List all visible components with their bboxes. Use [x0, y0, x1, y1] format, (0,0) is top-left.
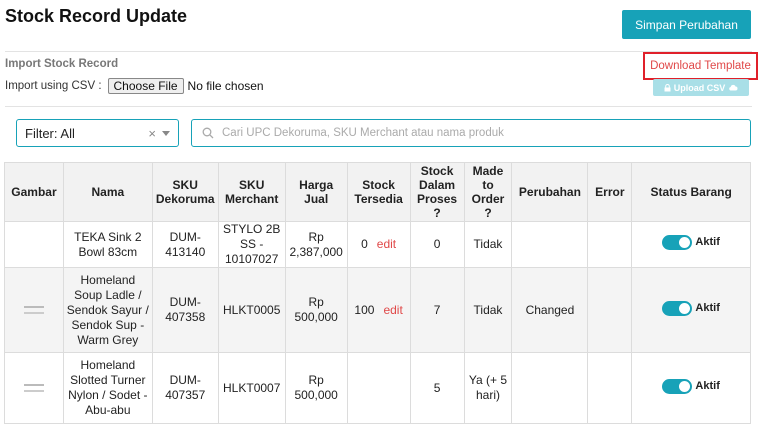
error — [587, 352, 633, 424]
stock-dalam-proses: 5 — [409, 352, 465, 424]
perubahan: Changed — [511, 267, 589, 353]
status-toggle[interactable] — [662, 235, 693, 250]
status-label: Aktif — [695, 301, 720, 314]
product-thumbnail[interactable] — [23, 305, 44, 314]
header-harga-jual: Harga Jual — [284, 162, 348, 222]
search-icon — [202, 127, 214, 139]
choose-file-button[interactable]: Choose File — [107, 78, 184, 94]
import-csv-label: Import using CSV : — [5, 80, 102, 92]
import-divider — [5, 106, 752, 107]
header-sku-merchant: SKU Merchant — [217, 162, 286, 222]
sku-dekoruma: DUM-413140 — [151, 221, 219, 268]
stock-tersedia-value: 100 — [354, 302, 375, 317]
header-made-to-order: Made to Order ? — [463, 162, 513, 222]
upload-csv-label: Upload CSV — [673, 82, 726, 93]
header-stock-tersedia: Stock Tersedia — [346, 162, 411, 222]
status-label: Aktif — [695, 236, 720, 248]
stock-dalam-proses: 0 — [409, 221, 465, 268]
harga-jual: Rp 500,000 — [284, 352, 348, 424]
save-changes-button[interactable]: Simpan Perubahan — [622, 10, 751, 39]
product-image-cell — [4, 267, 64, 353]
made-to-order: Tidak — [463, 267, 513, 353]
product-image-cell — [4, 221, 64, 268]
made-to-order: Tidak — [463, 221, 513, 268]
filter-value: Filter: All — [25, 125, 75, 141]
harga-jual: Rp 2,387,000 — [284, 221, 348, 268]
table-row: Homeland Slotted Turner Nylon / Sodet - … — [4, 352, 751, 424]
made-to-order: Ya (+ 5 hari) — [463, 352, 513, 424]
header-nama: Nama — [62, 162, 153, 222]
harga-jual: Rp 500,000 — [284, 267, 348, 353]
header-divider — [5, 51, 752, 52]
download-template-link[interactable]: Download Template — [643, 52, 758, 80]
edit-stock-link[interactable]: edit — [377, 237, 396, 252]
stock-tersedia-value: 0 — [361, 237, 368, 251]
header-status-barang: Status Barang — [631, 162, 751, 222]
status-cell: Aktif — [631, 221, 751, 268]
status-filter-select[interactable]: Filter: All × — [16, 119, 179, 147]
error — [587, 267, 633, 353]
product-thumbnail[interactable] — [23, 383, 44, 392]
product-name: TEKA Sink 2 Bowl 83cm — [62, 221, 153, 268]
sku-dekoruma: DUM-407358 — [151, 267, 219, 353]
perubahan — [511, 221, 589, 268]
status-cell: Aktif — [631, 267, 751, 353]
edit-stock-link[interactable]: edit — [383, 303, 402, 318]
header-perubahan: Perubahan — [511, 162, 589, 222]
sku-merchant: HLKT0005 — [217, 267, 286, 353]
header-gambar: Gambar — [4, 162, 64, 222]
status-label: Aktif — [695, 379, 720, 392]
error — [587, 221, 633, 268]
cloud-upload-icon — [729, 84, 738, 91]
header-error: Error — [587, 162, 633, 222]
clear-filter-icon[interactable]: × — [148, 126, 156, 141]
sku-dekoruma: DUM-407357 — [151, 352, 219, 424]
search-box — [191, 119, 751, 147]
perubahan — [511, 352, 589, 424]
status-cell: Aktif — [631, 352, 751, 424]
stock-dalam-proses: 7 — [409, 267, 465, 353]
product-name: Homeland Slotted Turner Nylon / Sodet - … — [62, 352, 153, 424]
stock-record-table: Gambar Nama SKU Dekoruma SKU Merchant Ha… — [4, 162, 751, 424]
chevron-down-icon[interactable] — [162, 130, 170, 136]
table-row: Homeland Soup Ladle / Sendok Sayur / Sen… — [4, 267, 751, 353]
stock-tersedia-cell — [346, 352, 411, 424]
product-name: Homeland Soup Ladle / Sendok Sayur / Sen… — [62, 267, 153, 353]
stock-tersedia-cell: 100 edit — [346, 267, 411, 353]
status-toggle[interactable] — [662, 378, 693, 394]
status-toggle[interactable] — [662, 300, 693, 316]
page-title: Stock Record Update — [5, 6, 188, 26]
header-sku-dekoruma: SKU Dekoruma — [151, 162, 219, 222]
product-image-cell — [4, 352, 64, 424]
table-header-row: Gambar Nama SKU Dekoruma SKU Merchant Ha… — [4, 162, 751, 222]
import-section-title: Import Stock Record — [5, 58, 119, 70]
table-row: TEKA Sink 2 Bowl 83cm DUM-413140 STYLO 2… — [4, 221, 751, 268]
sku-merchant: STYLO 2B SS - 10107027 — [217, 221, 286, 268]
no-file-chosen-text: No file chosen — [187, 79, 264, 93]
search-input[interactable] — [222, 127, 722, 139]
import-csv-row: Import using CSV : Choose File No file c… — [5, 78, 264, 94]
header-stock-dalam-proses: Stock Dalam Proses ? — [409, 162, 465, 222]
sku-merchant: HLKT0007 — [217, 352, 286, 424]
stock-tersedia-cell: 0 edit — [346, 221, 411, 268]
lock-icon — [664, 83, 671, 91]
upload-csv-button[interactable]: Upload CSV — [653, 79, 749, 96]
